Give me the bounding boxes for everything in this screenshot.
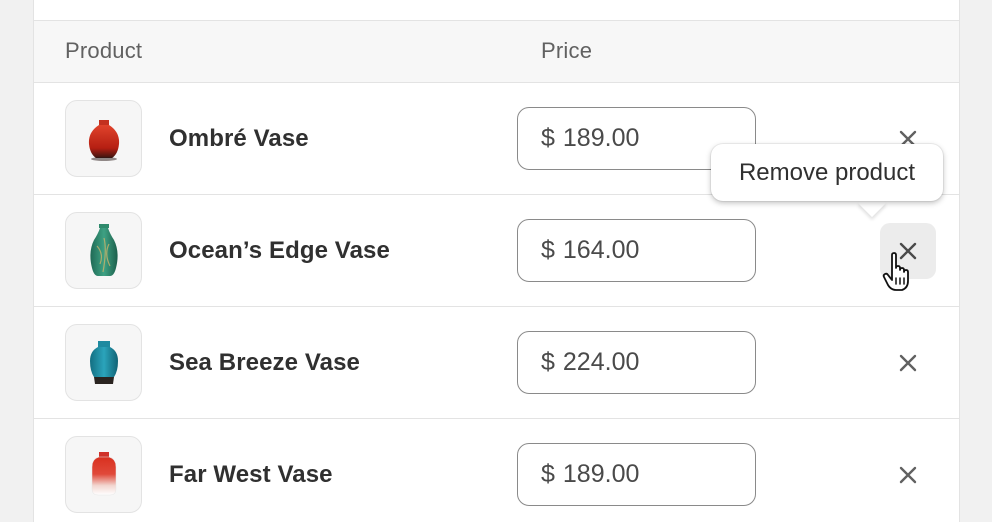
table-row: Ocean’s Edge Vase $ 164.00	[34, 195, 959, 307]
teal-vase-image	[89, 340, 118, 384]
currency-symbol: $	[541, 236, 555, 264]
remove-product-button[interactable]	[880, 335, 936, 391]
product-name: Ombré Vase	[169, 125, 309, 152]
price-input[interactable]: $ 189.00	[517, 443, 756, 506]
product-thumbnail	[65, 212, 142, 289]
table-row: Far West Vase $ 189.00	[34, 419, 959, 522]
red-vase-image	[88, 119, 119, 161]
product-table-card: Product Price Ombré Vase $ 189.00 Ocean’…	[33, 0, 960, 522]
close-icon	[899, 354, 917, 372]
red-white-vase-image	[91, 451, 116, 495]
price-column-header: Price	[541, 38, 593, 63]
green-vase-image	[89, 223, 118, 276]
product-thumbnail	[65, 324, 142, 401]
table-row: Sea Breeze Vase $ 224.00	[34, 307, 959, 419]
price-value: 224.00	[562, 348, 640, 376]
close-icon	[899, 466, 917, 484]
price-value: 164.00	[562, 236, 640, 264]
currency-symbol: $	[541, 348, 555, 376]
price-value: 189.00	[562, 460, 640, 488]
product-name: Ocean’s Edge Vase	[169, 237, 390, 264]
product-thumbnail	[65, 100, 142, 177]
product-thumbnail	[65, 436, 142, 513]
currency-symbol: $	[541, 124, 555, 152]
product-name: Sea Breeze Vase	[169, 349, 360, 376]
product-column-header: Product	[65, 38, 143, 63]
card-top-section	[34, 0, 959, 21]
remove-product-tooltip: Remove product	[711, 144, 943, 201]
hand-pointer-icon	[882, 252, 909, 291]
price-value: 189.00	[562, 124, 640, 152]
table-header: Product Price	[34, 21, 959, 83]
price-input[interactable]: $ 224.00	[517, 331, 756, 394]
price-input[interactable]: $ 164.00	[517, 219, 756, 282]
currency-symbol: $	[541, 460, 555, 488]
remove-product-button[interactable]	[880, 447, 936, 503]
product-name: Far West Vase	[169, 461, 333, 488]
